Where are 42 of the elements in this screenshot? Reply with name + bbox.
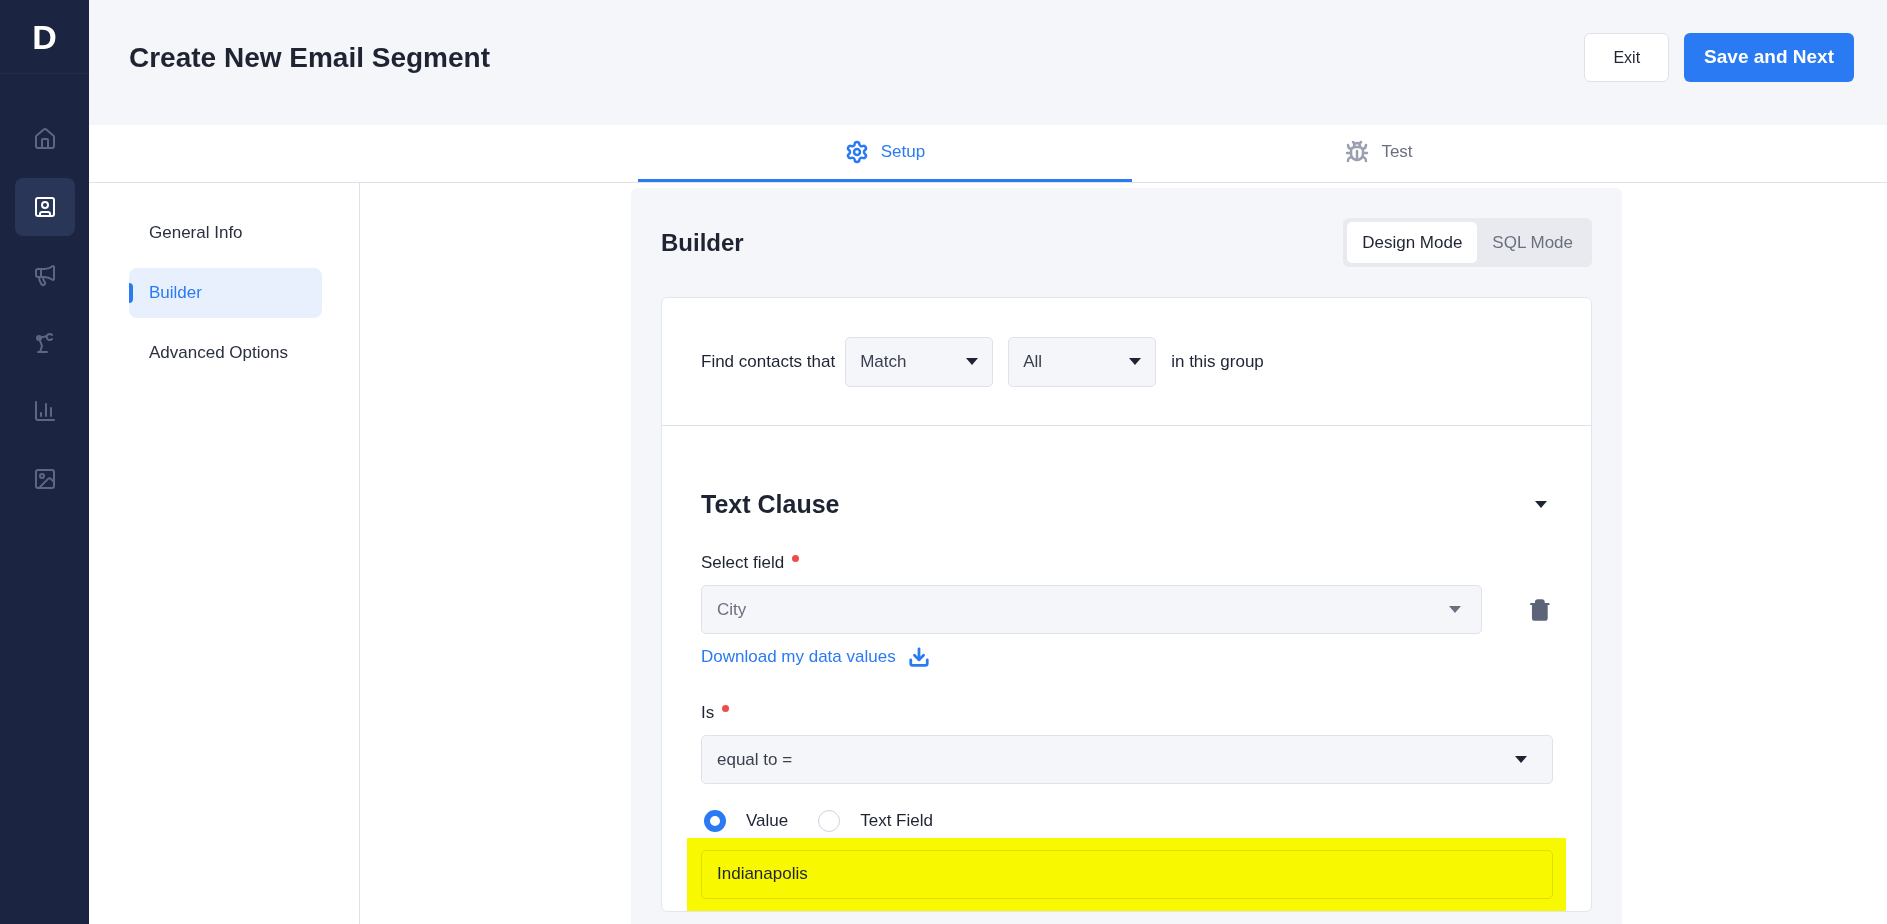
operator-select[interactable]: equal to = [701,735,1553,784]
collapse-toggle[interactable] [1535,501,1547,509]
tab[interactable]: Setup [638,125,1132,182]
delete-icon[interactable] [1528,596,1552,623]
match-suffix: in this group [1171,350,1264,373]
exit-button[interactable]: Exit [1584,33,1670,82]
step-item[interactable]: Advanced Options [129,328,322,378]
caret-icon [1449,606,1462,613]
contact-card-icon [32,195,57,219]
step-item[interactable]: Builder [129,268,322,318]
megaphone-icon [32,263,57,287]
bar-chart-icon [32,399,57,423]
mode-option[interactable]: Design Mode [1347,222,1478,263]
bug-icon [1345,140,1370,164]
save-button[interactable]: Save and Next [1684,33,1854,82]
step-item[interactable]: General Info [129,208,322,258]
match-select[interactable]: Match [845,336,994,387]
radio-label: Value [746,810,789,832]
app-logo[interactable]: D [32,19,57,54]
caret-icon [1535,501,1547,509]
caret-icon [1515,756,1527,763]
builder-title: Builder [661,227,744,258]
mode-option[interactable]: SQL Mode [1477,222,1588,263]
caret-icon [966,358,979,365]
active-indicator [129,283,133,303]
home-icon [32,127,57,151]
nav-button[interactable] [14,178,75,236]
tab[interactable]: Test [1132,125,1626,182]
field-label: Is [701,702,715,722]
match-select[interactable]: All [1008,336,1157,387]
download-icon [907,645,930,668]
caret-icon [1129,358,1142,365]
image-icon [32,467,57,491]
settings-icon [844,140,869,164]
value-input[interactable]: Indianapolis [701,849,1553,899]
field-label: Select field [701,552,785,572]
download-link[interactable]: Download my data values [701,644,930,670]
radio-button[interactable] [704,809,726,832]
page-title: Create New Email Segment [129,40,491,75]
match-prefix: Find contacts that [701,350,836,373]
clause-title: Text Clause [701,489,840,520]
radio-label: Text Field [860,810,933,832]
